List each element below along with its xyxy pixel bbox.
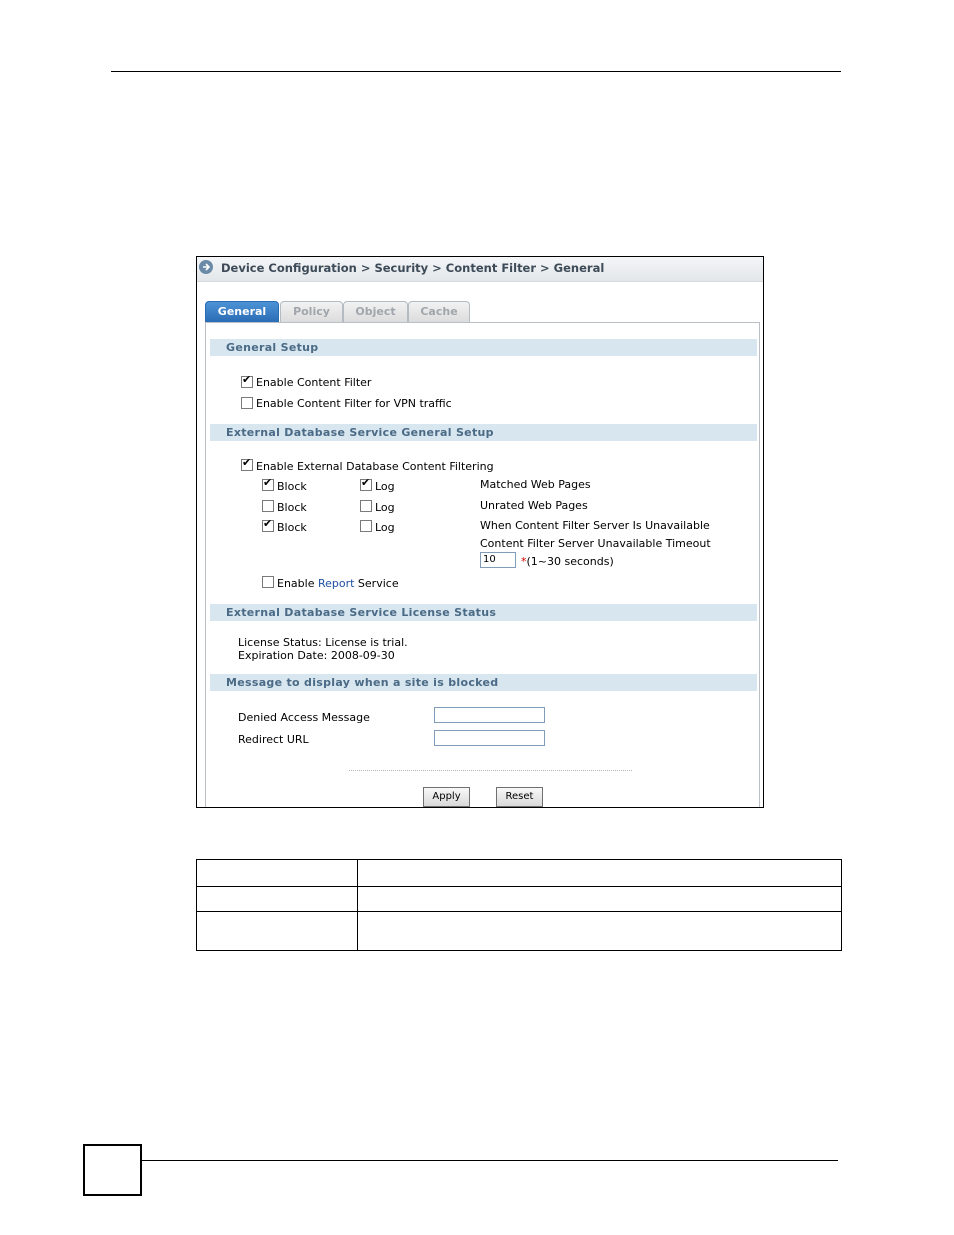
report-link[interactable]: Report (318, 577, 354, 590)
denied-access-label: Denied Access Message (238, 711, 370, 724)
table-cell (196, 911, 358, 951)
block-unrated-checkbox[interactable] (262, 500, 274, 512)
tab-cache[interactable]: Cache (408, 301, 470, 322)
header-rule (111, 71, 841, 72)
enable-report-checkbox[interactable] (262, 576, 274, 588)
license-status: License Status: License is trial. (238, 636, 408, 649)
section-title: Message to display when a site is blocke… (226, 676, 499, 689)
breadcrumb: Device Configuration > Security > Conten… (221, 261, 605, 275)
server-unavailable-label: When Content Filter Server Is Unavailabl… (480, 519, 710, 532)
section-title: External Database Service General Setup (226, 426, 494, 439)
description-table (196, 859, 842, 951)
enable-content-filter-checkbox[interactable] (241, 373, 253, 388)
page-number-box (83, 1144, 142, 1196)
matched-pages-label: Matched Web Pages (480, 478, 591, 491)
enable-external-db-label: Enable External Database Content Filteri… (256, 460, 494, 473)
tab-policy[interactable]: Policy (280, 301, 343, 322)
redirect-url-label: Redirect URL (238, 733, 309, 746)
section-title: General Setup (226, 341, 319, 354)
enable-external-db-checkbox[interactable] (241, 456, 253, 471)
timeout-hint-group: *(1~30 seconds) (521, 555, 614, 568)
table-header-row (196, 859, 842, 887)
section-external-db: External Database Service General Setup (210, 424, 757, 441)
arrow-right-icon (199, 260, 213, 274)
enable-vpn-checkbox[interactable] (241, 397, 253, 409)
denied-access-input[interactable] (434, 707, 545, 723)
table-cell (357, 886, 842, 912)
table-row (196, 886, 842, 912)
table-cell (196, 886, 358, 912)
unrated-pages-label: Unrated Web Pages (480, 499, 588, 512)
log-unavailable-checkbox[interactable] (360, 520, 372, 532)
section-blocked-message: Message to display when a site is blocke… (210, 674, 757, 691)
tab-object[interactable]: Object (343, 301, 408, 322)
section-license-status: External Database Service License Status (210, 604, 757, 621)
log-unrated-checkbox[interactable] (360, 500, 372, 512)
timeout-hint: (1~30 seconds) (526, 555, 614, 568)
log-label: Log (375, 521, 395, 534)
report-prefix: Enable (277, 577, 318, 590)
block-label: Block (277, 521, 307, 534)
log-label: Log (375, 480, 395, 493)
redirect-url-input[interactable] (434, 730, 545, 746)
log-matched-checkbox[interactable] (360, 476, 372, 491)
block-unavailable-checkbox[interactable] (262, 517, 274, 532)
content-filter-window: Device Configuration > Security > Conten… (196, 256, 764, 808)
enable-vpn-label: Enable Content Filter for VPN traffic (256, 397, 452, 410)
settings-panel: General Setup Enable Content Filter Enab… (205, 322, 760, 807)
report-suffix: Service (354, 577, 399, 590)
divider (349, 770, 632, 771)
timeout-input[interactable]: 10 (480, 552, 516, 568)
block-label: Block (277, 501, 307, 514)
block-matched-checkbox[interactable] (262, 476, 274, 491)
breadcrumb-bar: Device Configuration > Security > Conten… (197, 257, 763, 282)
log-label: Log (375, 501, 395, 514)
footer-rule (140, 1160, 838, 1161)
table-cell (357, 911, 842, 951)
reset-button[interactable]: Reset (496, 787, 543, 807)
section-title: External Database Service License Status (226, 606, 497, 619)
table-cell (357, 859, 842, 887)
apply-button[interactable]: Apply (423, 787, 470, 807)
enable-content-filter-label: Enable Content Filter (256, 376, 372, 389)
section-general-setup: General Setup (210, 339, 757, 356)
block-label: Block (277, 480, 307, 493)
timeout-label: Content Filter Server Unavailable Timeou… (480, 537, 711, 550)
table-row (196, 911, 842, 951)
enable-report-label: Enable Report Service (277, 577, 399, 590)
tab-general[interactable]: General (205, 301, 279, 322)
expiration-date: Expiration Date: 2008-09-30 (238, 649, 395, 662)
table-cell (196, 859, 358, 887)
